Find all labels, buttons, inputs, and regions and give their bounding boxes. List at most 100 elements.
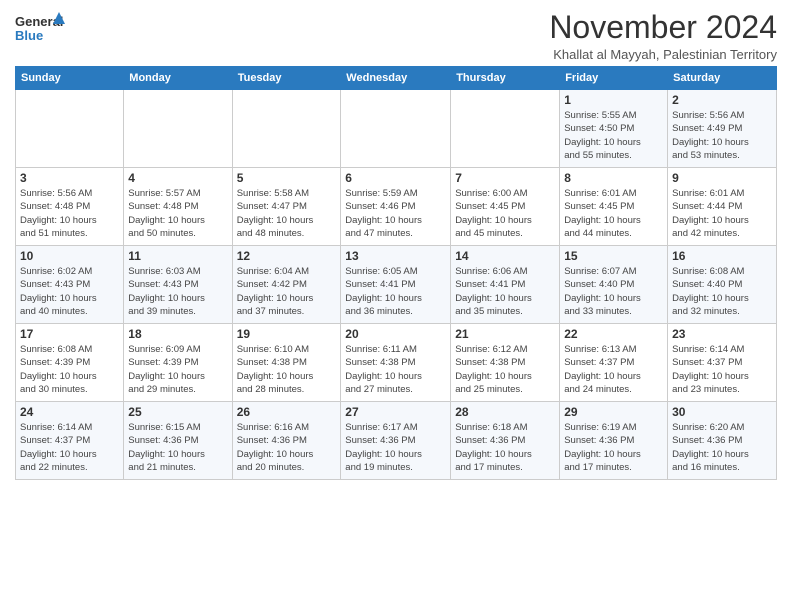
day-number: 16 (672, 249, 772, 263)
cell-w3-d3: 12Sunrise: 6:04 AMSunset: 4:42 PMDayligh… (232, 246, 341, 324)
cell-w3-d7: 16 Sunrise: 6:08 AMSunset: 4:40 PMDayligh… (668, 246, 777, 324)
cell-w2-d4: 6Sunrise: 5:59 AMSunset: 4:46 PMDaylight… (341, 168, 451, 246)
day-number: 8 (564, 171, 663, 185)
day-info: Sunrise: 6:07 AMSunset: 4:40 PMDaylight:… (564, 265, 663, 318)
cell-w2-d1: 3 Sunrise: 5:56 AMSunset: 4:48 PMDaylight… (16, 168, 124, 246)
day-number: 7 (455, 171, 555, 185)
header-friday: Friday (560, 67, 668, 90)
day-number: 22 (564, 327, 663, 341)
day-number: 30 (672, 405, 772, 419)
cell-w1-d3 (232, 90, 341, 168)
day-info: Sunrise: 6:06 AMSunset: 4:41 PMDaylight:… (455, 265, 555, 318)
header-wednesday: Wednesday (341, 67, 451, 90)
day-info: Sunrise: 6:11 AMSunset: 4:38 PMDaylight:… (345, 343, 446, 396)
header-thursday: Thursday (451, 67, 560, 90)
day-info: Sunrise: 6:01 AMSunset: 4:45 PMDaylight:… (564, 187, 663, 240)
cell-w5-d5: 28 Sunrise: 6:18 AMSunset: 4:36 PMDayligh… (451, 402, 560, 480)
cell-w1-d5 (451, 90, 560, 168)
cell-w4-d1: 17 Sunrise: 6:08 AMSunset: 4:39 PMDayligh… (16, 324, 124, 402)
header-saturday: Saturday (668, 67, 777, 90)
day-info: Sunrise: 6:03 AMSunset: 4:43 PMDaylight:… (128, 265, 227, 318)
day-number: 20 (345, 327, 446, 341)
day-info: Sunrise: 6:14 AMSunset: 4:37 PMDaylight:… (20, 421, 119, 474)
title-block: November 2024 Khallat al Mayyah, Palesti… (549, 10, 777, 62)
cell-w3-d6: 15 Sunrise: 6:07 AMSunset: 4:40 PMDayligh… (560, 246, 668, 324)
cell-w5-d4: 27Sunrise: 6:17 AMSunset: 4:36 PMDayligh… (341, 402, 451, 480)
day-number: 1 (564, 93, 663, 107)
cell-w2-d3: 5Sunrise: 5:58 AMSunset: 4:47 PMDaylight… (232, 168, 341, 246)
day-info: Sunrise: 5:56 AMSunset: 4:48 PMDaylight:… (20, 187, 119, 240)
day-info: Sunrise: 5:56 AMSunset: 4:49 PMDaylight:… (672, 109, 772, 162)
header-tuesday: Tuesday (232, 67, 341, 90)
day-info: Sunrise: 6:09 AMSunset: 4:39 PMDaylight:… (128, 343, 227, 396)
cell-w1-d2 (124, 90, 232, 168)
day-info: Sunrise: 6:08 AMSunset: 4:40 PMDaylight:… (672, 265, 772, 318)
day-info: Sunrise: 6:16 AMSunset: 4:36 PMDaylight:… (237, 421, 337, 474)
week-row-1: 1 Sunrise: 5:55 AMSunset: 4:50 PMDaylight… (16, 90, 777, 168)
day-number: 9 (672, 171, 772, 185)
week-row-4: 17 Sunrise: 6:08 AMSunset: 4:39 PMDayligh… (16, 324, 777, 402)
day-number: 28 (455, 405, 555, 419)
month-title: November 2024 (549, 10, 777, 45)
day-number: 13 (345, 249, 446, 263)
cell-w3-d5: 14 Sunrise: 6:06 AMSunset: 4:41 PMDayligh… (451, 246, 560, 324)
day-number: 5 (237, 171, 337, 185)
cell-w2-d2: 4Sunrise: 5:57 AMSunset: 4:48 PMDaylight… (124, 168, 232, 246)
cell-w3-d1: 10 Sunrise: 6:02 AMSunset: 4:43 PMDayligh… (16, 246, 124, 324)
cell-w2-d5: 7 Sunrise: 6:00 AMSunset: 4:45 PMDaylight… (451, 168, 560, 246)
day-number: 19 (237, 327, 337, 341)
day-info: Sunrise: 6:08 AMSunset: 4:39 PMDaylight:… (20, 343, 119, 396)
day-number: 29 (564, 405, 663, 419)
cell-w4-d6: 22 Sunrise: 6:13 AMSunset: 4:37 PMDayligh… (560, 324, 668, 402)
day-number: 26 (237, 405, 337, 419)
cell-w4-d7: 23 Sunrise: 6:14 AMSunset: 4:37 PMDayligh… (668, 324, 777, 402)
cell-w2-d7: 9 Sunrise: 6:01 AMSunset: 4:44 PMDaylight… (668, 168, 777, 246)
cell-w4-d3: 19 Sunrise: 6:10 AMSunset: 4:38 PMDayligh… (232, 324, 341, 402)
cell-w5-d3: 26 Sunrise: 6:16 AMSunset: 4:36 PMDayligh… (232, 402, 341, 480)
header: General Blue November 2024 Khallat al Ma… (15, 10, 777, 62)
day-number: 2 (672, 93, 772, 107)
day-number: 11 (128, 249, 227, 263)
day-number: 17 (20, 327, 119, 341)
cell-w5-d2: 25 Sunrise: 6:15 AMSunset: 4:36 PMDayligh… (124, 402, 232, 480)
day-number: 27 (345, 405, 446, 419)
day-info: Sunrise: 6:05 AMSunset: 4:41 PMDaylight:… (345, 265, 446, 318)
cell-w4-d5: 21 Sunrise: 6:12 AMSunset: 4:38 PMDayligh… (451, 324, 560, 402)
cell-w1-d7: 2 Sunrise: 5:56 AMSunset: 4:49 PMDaylight… (668, 90, 777, 168)
day-info: Sunrise: 6:01 AMSunset: 4:44 PMDaylight:… (672, 187, 772, 240)
day-info: Sunrise: 6:02 AMSunset: 4:43 PMDaylight:… (20, 265, 119, 318)
cell-w3-d4: 13 Sunrise: 6:05 AMSunset: 4:41 PMDayligh… (341, 246, 451, 324)
calendar-table: SundayMondayTuesdayWednesdayThursdayFrid… (15, 66, 777, 480)
calendar-container: General Blue November 2024 Khallat al Ma… (0, 0, 792, 490)
day-number: 15 (564, 249, 663, 263)
day-info: Sunrise: 6:14 AMSunset: 4:37 PMDaylight:… (672, 343, 772, 396)
header-sunday: Sunday (16, 67, 124, 90)
cell-w1-d1 (16, 90, 124, 168)
day-info: Sunrise: 6:20 AMSunset: 4:36 PMDaylight:… (672, 421, 772, 474)
week-row-2: 3 Sunrise: 5:56 AMSunset: 4:48 PMDaylight… (16, 168, 777, 246)
day-number: 4 (128, 171, 227, 185)
logo: General Blue (15, 10, 65, 48)
cell-w1-d6: 1 Sunrise: 5:55 AMSunset: 4:50 PMDaylight… (560, 90, 668, 168)
day-info: Sunrise: 6:00 AMSunset: 4:45 PMDaylight:… (455, 187, 555, 240)
day-info: Sunrise: 6:19 AMSunset: 4:36 PMDaylight:… (564, 421, 663, 474)
day-info: Sunrise: 6:15 AMSunset: 4:36 PMDaylight:… (128, 421, 227, 474)
day-number: 21 (455, 327, 555, 341)
day-number: 3 (20, 171, 119, 185)
cell-w4-d2: 18Sunrise: 6:09 AMSunset: 4:39 PMDayligh… (124, 324, 232, 402)
day-info: Sunrise: 6:12 AMSunset: 4:38 PMDaylight:… (455, 343, 555, 396)
cell-w2-d6: 8 Sunrise: 6:01 AMSunset: 4:45 PMDaylight… (560, 168, 668, 246)
cell-w4-d4: 20 Sunrise: 6:11 AMSunset: 4:38 PMDayligh… (341, 324, 451, 402)
cell-w5-d7: 30 Sunrise: 6:20 AMSunset: 4:36 PMDayligh… (668, 402, 777, 480)
header-monday: Monday (124, 67, 232, 90)
day-info: Sunrise: 5:55 AMSunset: 4:50 PMDaylight:… (564, 109, 663, 162)
day-info: Sunrise: 6:10 AMSunset: 4:38 PMDaylight:… (237, 343, 337, 396)
day-number: 23 (672, 327, 772, 341)
day-number: 14 (455, 249, 555, 263)
day-info: Sunrise: 6:18 AMSunset: 4:36 PMDaylight:… (455, 421, 555, 474)
week-row-3: 10 Sunrise: 6:02 AMSunset: 4:43 PMDayligh… (16, 246, 777, 324)
day-info: Sunrise: 6:04 AMSunset: 4:42 PMDaylight:… (237, 265, 337, 318)
day-number: 10 (20, 249, 119, 263)
day-info: Sunrise: 6:13 AMSunset: 4:37 PMDaylight:… (564, 343, 663, 396)
day-number: 25 (128, 405, 227, 419)
